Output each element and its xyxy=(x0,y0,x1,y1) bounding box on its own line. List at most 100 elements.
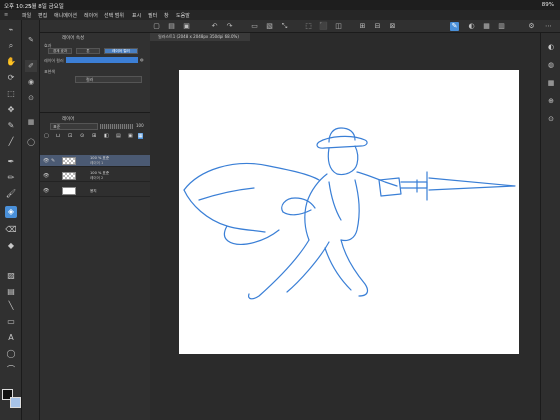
layer-thumbnail xyxy=(62,187,76,195)
eye-icon[interactable]: 👁 xyxy=(43,158,49,164)
layer-thumbnail xyxy=(62,157,76,165)
undo-icon[interactable]: ↶ xyxy=(210,22,219,31)
canvas-tab[interactable]: 일러스트1 (2048 x 2048px 350dpi 68.0%) xyxy=(150,33,250,41)
snap-special-icon[interactable]: ⊠ xyxy=(388,22,397,31)
ruler-icon[interactable]: ⌒ xyxy=(5,364,17,376)
mask-icon[interactable]: ◧ xyxy=(104,133,109,139)
navigator-icon[interactable]: ⊙ xyxy=(25,92,37,104)
layer-search-icon[interactable]: ◯ xyxy=(25,136,37,148)
navigator-panel-icon[interactable]: ⊙ xyxy=(545,113,557,125)
menu-file[interactable]: 파일 xyxy=(22,12,31,19)
clear-icon[interactable]: ▭ xyxy=(250,22,259,31)
blend-mode-select[interactable]: 표준 xyxy=(50,123,98,130)
gradient-icon[interactable]: ▨ xyxy=(5,270,17,282)
balloon-icon[interactable]: ◯ xyxy=(5,348,17,360)
zoom-icon[interactable]: ⌕ xyxy=(5,40,17,52)
pencil-icon[interactable]: ✏ xyxy=(5,172,17,184)
fill-icon[interactable]: ◆ xyxy=(5,240,17,252)
expression-select[interactable]: 컬러 xyxy=(75,76,142,83)
menu-window[interactable]: 창 xyxy=(164,12,169,19)
eye-icon[interactable]: 👁 xyxy=(43,173,49,179)
menu-help[interactable]: 도움말 xyxy=(176,12,190,19)
show-selection-icon[interactable]: ◫ xyxy=(334,22,343,31)
tone-button[interactable]: 톤 xyxy=(76,48,100,54)
quick-access-icon[interactable]: ✎ xyxy=(450,22,459,31)
color-set-icon[interactable]: ▦ xyxy=(25,116,37,128)
brush-panel-icon[interactable]: ◍ xyxy=(545,59,557,71)
tool-palette: ⌁ ⌕ ✋ ⟳ ⬚ ✥ ✎ ╱ ✒ ✏ 🖌 ◈ ⌫ ◆ ▨ ▤ ╲ ▭ A ◯ … xyxy=(0,20,22,420)
select-icon[interactable]: ⬚ xyxy=(5,88,17,100)
color-wheel-icon[interactable]: ◐ xyxy=(467,22,476,31)
transform-icon[interactable]: ⤡ xyxy=(280,22,289,31)
snap-ruler-icon[interactable]: ⊞ xyxy=(358,22,367,31)
border-effect-button[interactable]: 경계 효과 xyxy=(48,48,72,54)
dropper-icon[interactable]: ╱ xyxy=(5,136,17,148)
layer-menu-icon[interactable]: ▦ xyxy=(138,133,143,139)
invert-selection-icon[interactable]: ⬛ xyxy=(319,22,328,31)
menu-view[interactable]: 표시 xyxy=(132,12,141,19)
right-panel-strip: ◐ ◍ ▦ ⊕ ⊙ xyxy=(540,33,560,420)
layer-name: 용지 xyxy=(90,189,97,193)
save-icon[interactable]: ▣ xyxy=(182,22,191,31)
deselect-icon[interactable]: ⬚ xyxy=(304,22,313,31)
delete-icon[interactable]: ▣ xyxy=(128,133,133,139)
brush-icon[interactable]: 🖌 xyxy=(5,188,17,200)
rotate-icon[interactable]: ⟳ xyxy=(5,72,17,84)
more-icon[interactable]: ⋯ xyxy=(544,22,553,31)
layer-property-icon[interactable]: ◉ xyxy=(25,76,37,88)
battery-level: 89% xyxy=(541,2,554,8)
tool-property-icon[interactable]: ✎ xyxy=(25,34,37,46)
redo-icon[interactable]: ↷ xyxy=(225,22,234,31)
open-icon[interactable]: ▤ xyxy=(167,22,176,31)
sub-color-swatch[interactable] xyxy=(10,397,21,408)
lasso-icon[interactable]: ✎ xyxy=(5,120,17,132)
text-icon[interactable]: A xyxy=(5,332,17,344)
opacity-slider[interactable] xyxy=(100,124,133,129)
app-menu-icon[interactable]: ≡ xyxy=(4,12,8,18)
panel-title: 레이어 속성 xyxy=(62,36,85,41)
new-layer-icon[interactable]: ▢ xyxy=(44,133,49,139)
snap-grid-icon[interactable]: ⊟ xyxy=(373,22,382,31)
airbrush-icon[interactable]: ◈ xyxy=(5,206,17,218)
hand-icon[interactable]: ✋ xyxy=(5,56,17,68)
menu-edit[interactable]: 편집 xyxy=(38,12,47,19)
color-panel-icon[interactable]: ◐ xyxy=(545,41,557,53)
history-panel-icon[interactable]: ⊕ xyxy=(545,95,557,107)
pen-icon[interactable]: ✒ xyxy=(5,156,17,168)
new-icon[interactable]: ▢ xyxy=(152,22,161,31)
fill-selection-icon[interactable]: ▧ xyxy=(265,22,274,31)
clip-icon[interactable]: ⊔ xyxy=(56,133,60,139)
layer-color-bar[interactable] xyxy=(66,57,138,63)
layer-row[interactable]: 👁 용지 xyxy=(40,185,150,197)
line-icon[interactable]: ╲ xyxy=(5,300,17,312)
layer-row[interactable]: 👁 ✎ 100 % 표준 레이어 1 xyxy=(40,155,150,167)
menu-filter[interactable]: 필터 xyxy=(148,12,157,19)
edit-pen-icon: ✎ xyxy=(51,158,56,164)
canvas-paper[interactable] xyxy=(179,70,519,354)
layer-name: 레이어 1 xyxy=(90,161,104,165)
menu-animation[interactable]: 애니메이션 xyxy=(54,12,77,19)
draft-icon[interactable]: ⊞ xyxy=(92,133,96,139)
material-icon[interactable]: ▥ xyxy=(497,22,506,31)
settings-icon[interactable]: ⚙ xyxy=(527,22,536,31)
eyedropper-icon[interactable]: ⌁ xyxy=(5,24,17,36)
palette-icon[interactable]: ◍ xyxy=(140,57,144,62)
status-bar: 오후 10:25 5월 8일 금요일 89% xyxy=(0,0,560,10)
folder-icon[interactable]: ▤ xyxy=(116,133,121,139)
brush-size-icon[interactable]: ✐ xyxy=(25,60,37,72)
layer-panel: 레이어 표준 100 ▢ ⊔ ⊡ ⊙ ⊞ ◧ ▤ ▣ ▦ 👁 ✎ 100 % 표… xyxy=(40,113,150,420)
lock-icon[interactable]: ⊡ xyxy=(68,133,72,139)
ref-layer-icon[interactable]: ⊙ xyxy=(80,133,84,139)
layer-panel-icon[interactable]: ▦ xyxy=(482,22,491,31)
layer-row[interactable]: 👁 100 % 표준 레이어 2 xyxy=(40,170,150,182)
layer-color-button[interactable]: 레이어 컬러 xyxy=(104,48,138,54)
eye-icon[interactable]: 👁 xyxy=(43,188,49,194)
move-icon[interactable]: ✥ xyxy=(5,104,17,116)
frame-icon[interactable]: ▭ xyxy=(5,316,17,328)
sub-tool-strip: ✎ ✐ ◉ ⊙ ▦ ◯ xyxy=(22,20,40,420)
menu-layer[interactable]: 레이어 xyxy=(84,12,98,19)
material-panel-icon[interactable]: ▦ xyxy=(545,77,557,89)
figure-icon[interactable]: ▤ xyxy=(5,286,17,298)
eraser-icon[interactable]: ⌫ xyxy=(5,224,17,236)
menu-selection[interactable]: 선택 범위 xyxy=(104,12,124,19)
